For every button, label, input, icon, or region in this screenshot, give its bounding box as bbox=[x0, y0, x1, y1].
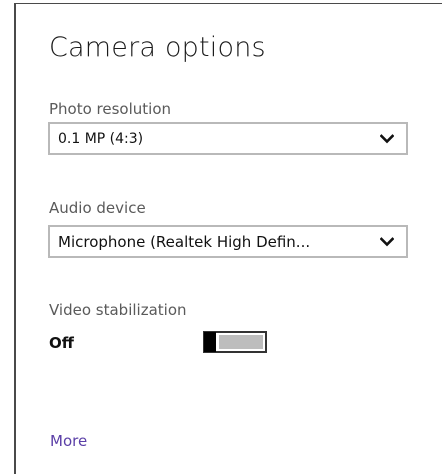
photo-resolution-value: 0.1 MP (4:3) bbox=[58, 130, 144, 147]
panel-title: Camera options bbox=[49, 32, 266, 63]
chevron-down-icon bbox=[376, 133, 398, 144]
photo-resolution-select[interactable]: 0.1 MP (4:3) bbox=[48, 122, 408, 155]
photo-resolution-label: Photo resolution bbox=[49, 100, 172, 118]
chevron-down-icon bbox=[376, 236, 398, 247]
audio-device-label: Audio device bbox=[49, 199, 146, 217]
video-stabilization-state: Off bbox=[49, 334, 74, 352]
audio-device-value: Microphone (Realtek High Defin... bbox=[58, 232, 311, 251]
toggle-track bbox=[219, 335, 263, 349]
audio-device-select[interactable]: Microphone (Realtek High Defin... bbox=[48, 225, 408, 258]
video-stabilization-label: Video stabilization bbox=[49, 301, 187, 319]
video-stabilization-toggle[interactable] bbox=[203, 331, 267, 353]
camera-options-panel: Camera options Photo resolution 0.1 MP (… bbox=[14, 3, 442, 474]
more-link[interactable]: More bbox=[50, 432, 87, 450]
toggle-thumb[interactable] bbox=[204, 332, 216, 352]
